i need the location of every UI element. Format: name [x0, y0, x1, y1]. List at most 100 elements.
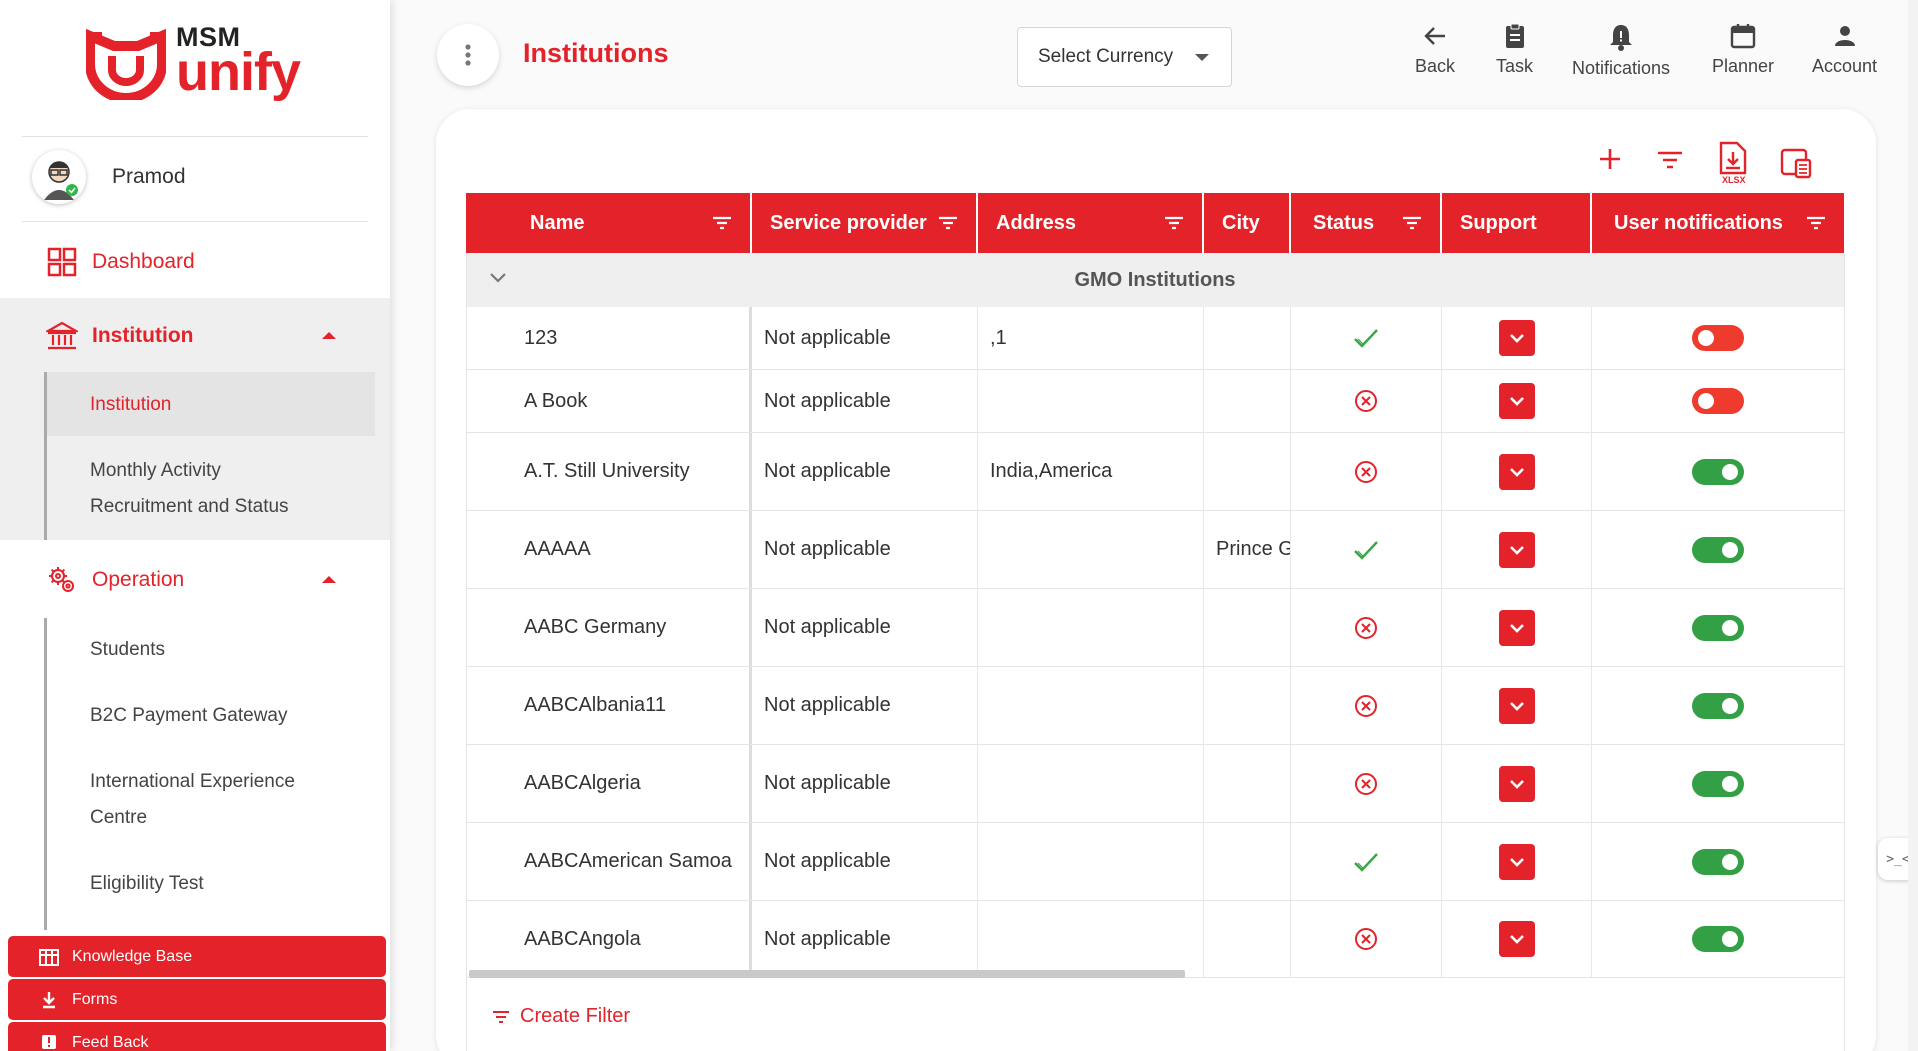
cell-name[interactable]: A Book — [466, 370, 752, 432]
notification-toggle[interactable] — [1692, 458, 1744, 485]
sidebar-subitem-students[interactable]: Students — [90, 632, 165, 668]
cell-name[interactable]: AABCAngola — [466, 901, 752, 977]
group-label: GMO Institutions — [1074, 269, 1236, 291]
notification-toggle[interactable] — [1692, 692, 1744, 719]
horizontal-scrollbar[interactable] — [469, 970, 1185, 978]
person-icon — [1834, 26, 1855, 46]
cell-name[interactable]: AABCAlgeria — [466, 745, 752, 822]
account-button[interactable]: Account — [1812, 22, 1877, 77]
column-header-user-notifications[interactable]: User notifications — [1592, 193, 1844, 253]
sidebar-subitem-eligibility-test[interactable]: Eligibility Test — [90, 866, 204, 902]
cell-name[interactable]: A.T. Still University — [466, 433, 752, 510]
sidebar-subitem-b2c-payment[interactable]: B2C Payment Gateway — [90, 698, 287, 734]
cell-name[interactable]: 123 — [466, 307, 752, 369]
cell-name[interactable]: AAAAA — [466, 511, 752, 588]
currency-select[interactable]: Select Currency — [1017, 27, 1232, 87]
cell-support — [1442, 589, 1592, 666]
support-dropdown-button[interactable] — [1498, 687, 1535, 724]
vertical-scrollbar[interactable] — [1908, 0, 1918, 1051]
cell-status — [1291, 823, 1442, 900]
table-row[interactable]: AAAAA Not applicable Prince G — [466, 511, 1844, 589]
cell-name[interactable]: AABCAlbania11 — [466, 667, 752, 744]
filter-icon[interactable] — [1164, 215, 1184, 231]
table-row[interactable]: A Book Not applicable — [466, 370, 1844, 433]
notifications-button[interactable]: Notifications — [1572, 22, 1670, 79]
column-label: User notifications — [1614, 211, 1783, 234]
sidebar-item-operation[interactable]: Operation — [0, 562, 390, 598]
sidebar-subitem-monthly-activity[interactable]: Monthly Activity Recruitment and Status — [90, 453, 289, 525]
add-button[interactable] — [1596, 145, 1624, 178]
cell-status — [1291, 370, 1442, 432]
support-dropdown-button[interactable] — [1498, 765, 1535, 802]
notification-toggle[interactable] — [1692, 614, 1744, 641]
column-header-city[interactable]: City — [1204, 193, 1291, 253]
table-row[interactable]: 123 Not applicable ,1 — [466, 307, 1844, 370]
support-dropdown-button[interactable] — [1498, 609, 1535, 646]
support-dropdown-button[interactable] — [1498, 383, 1535, 419]
brand-logo[interactable]: MSM unify — [86, 24, 301, 100]
toggle-knob — [1722, 541, 1738, 558]
column-header-support[interactable]: Support — [1442, 193, 1592, 253]
notification-toggle[interactable] — [1692, 926, 1744, 952]
filter-icon[interactable] — [938, 215, 958, 231]
cell-user-notifications — [1592, 667, 1844, 744]
notification-toggle[interactable] — [1692, 770, 1744, 797]
back-button[interactable]: Back — [1415, 22, 1455, 77]
export-xlsx-button[interactable]: XLSX — [1717, 141, 1749, 188]
filter-button[interactable] — [1655, 145, 1685, 178]
column-settings-button[interactable] — [1780, 148, 1814, 185]
sidebar-subitem-international-experience[interactable]: International Experience Centre — [90, 764, 295, 836]
notification-toggle[interactable] — [1692, 848, 1744, 875]
subitem-line: International Experience — [90, 771, 295, 792]
cell-name[interactable]: AABCAmerican Samoa — [466, 823, 752, 900]
cell-user-notifications — [1592, 589, 1844, 666]
column-header-status[interactable]: Status — [1291, 193, 1442, 253]
support-dropdown-button[interactable] — [1498, 320, 1535, 356]
planner-button[interactable]: Planner — [1712, 22, 1774, 77]
chevron-up-icon[interactable] — [322, 332, 336, 339]
support-dropdown-button[interactable] — [1498, 531, 1535, 568]
cancel-icon — [1355, 694, 1377, 717]
cell-city — [1204, 433, 1291, 510]
notification-toggle[interactable] — [1692, 388, 1744, 414]
filter-icon[interactable] — [712, 215, 732, 231]
notification-toggle[interactable] — [1692, 536, 1744, 563]
create-filter-button[interactable]: Create Filter — [492, 1005, 630, 1028]
chevron-down-icon — [1509, 623, 1524, 633]
support-dropdown-button[interactable] — [1498, 921, 1535, 957]
cell-support — [1442, 823, 1592, 900]
column-header-service-provider[interactable]: Service provider — [752, 193, 978, 253]
forms-button[interactable]: Forms — [8, 979, 386, 1020]
user-profile[interactable]: Pramod — [32, 150, 186, 204]
knowledge-base-button[interactable]: Knowledge Base — [8, 936, 386, 977]
download-icon — [38, 990, 60, 1010]
column-header-address[interactable]: Address — [978, 193, 1204, 253]
task-button[interactable]: Task — [1496, 22, 1533, 77]
table-row[interactable]: AABC Germany Not applicable — [466, 589, 1844, 667]
notification-toggle[interactable] — [1692, 325, 1744, 351]
cell-service-provider: Not applicable — [752, 745, 978, 822]
support-dropdown-button[interactable] — [1498, 843, 1535, 880]
sidebar-item-dashboard[interactable]: Dashboard — [0, 244, 390, 280]
action-label: Notifications — [1572, 58, 1671, 78]
table-row[interactable]: AABCAngola Not applicable — [466, 901, 1844, 978]
calendar-icon — [1730, 24, 1756, 49]
sidebar-item-institution[interactable]: Institution — [0, 318, 390, 354]
group-row[interactable]: GMO Institutions — [466, 253, 1844, 307]
filter-icon[interactable] — [1402, 215, 1422, 231]
table-row[interactable]: AABCAmerican Samoa Not applicable — [466, 823, 1844, 901]
feedback-button[interactable]: Feed Back — [8, 1022, 386, 1051]
action-label: Planner — [1712, 56, 1775, 76]
cell-name[interactable]: AABC Germany — [466, 589, 752, 666]
sidebar-subitem-institution[interactable]: Institution — [90, 387, 171, 423]
support-dropdown-button[interactable] — [1498, 453, 1535, 490]
chevron-up-icon[interactable] — [322, 576, 336, 583]
table-row[interactable]: A.T. Still University Not applicable India… — [466, 433, 1844, 511]
table-row[interactable]: AABCAlbania11 Not applicable — [466, 667, 1844, 745]
more-options-button[interactable] — [437, 24, 499, 86]
cancel-icon — [1355, 616, 1377, 639]
filter-icon[interactable] — [1806, 215, 1826, 231]
dashboard-icon — [46, 246, 78, 278]
table-row[interactable]: AABCAlgeria Not applicable — [466, 745, 1844, 823]
column-header-name[interactable]: Name — [466, 193, 752, 253]
